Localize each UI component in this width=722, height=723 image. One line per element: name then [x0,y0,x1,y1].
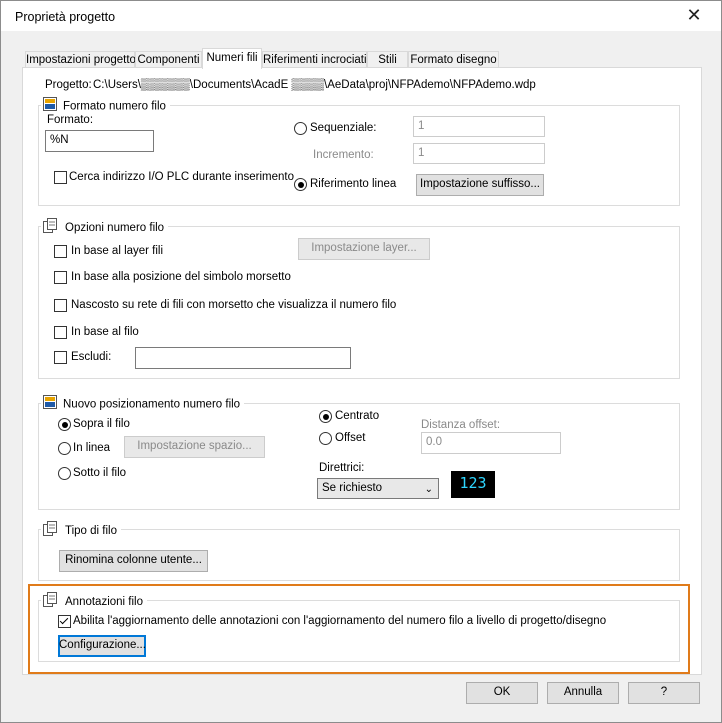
line-reference-radio[interactable] [294,178,307,191]
per-wire-label: In base al filo [71,326,139,338]
sequential-radio[interactable] [294,122,307,135]
ok-button[interactable]: OK [466,682,538,704]
wire-layer-label: In base al layer fili [71,245,164,257]
hidden-net-checkbox[interactable] [54,299,67,312]
annotations-header: Annotazioni filo [41,592,147,608]
format-label: Formato: [47,114,94,126]
offset-label: Offset [335,432,366,444]
above-wire-radio[interactable] [58,418,71,431]
project-properties-dialog: Proprietà progetto ✕ Impostazioni proget… [0,0,722,723]
options-icon [43,218,59,238]
layer-setup-button[interactable]: Impostazione layer... [298,238,430,260]
line-reference-label: Riferimento linea [310,178,397,190]
wire-options-title: Opzioni numero filo [65,222,165,235]
configuration-button[interactable]: Configurazione... [58,635,146,657]
offset-radio[interactable] [319,432,332,445]
exclude-checkbox[interactable] [54,351,67,364]
dialog-title: Proprietà progetto [15,10,116,24]
terminal-position-checkbox[interactable] [54,271,67,284]
increment-label: Incremento: [313,149,374,161]
wire-type-icon [43,521,59,541]
inline-radio[interactable] [58,442,71,455]
terminal-position-label: In base alla posizione del simbolo morse… [71,271,291,283]
enable-annotations-label: Abilita l'aggiornamento delle annotazion… [73,615,607,627]
wire-type-title: Tipo di filo [65,525,117,538]
annotations-icon [43,592,59,612]
below-wire-radio[interactable] [58,467,71,480]
chevron-down-icon: ⌄ [424,484,433,495]
increment-input[interactable]: 1 [413,143,545,164]
inline-label: In linea [73,442,111,454]
placement-icon [43,395,57,414]
below-wire-label: Sotto il filo [73,467,127,479]
exclude-label: Escludi: [71,351,112,363]
help-button[interactable]: ? [628,682,700,704]
wire-number-preview: 123 [451,471,495,498]
tab-wire-numbers[interactable]: Numeri fili [202,48,262,69]
wire-format-header: Formato numero filo [41,97,170,113]
per-wire-checkbox[interactable] [54,326,67,339]
format-input[interactable]: %N [45,130,154,152]
placement-header: Nuovo posizionamento numero filo [41,395,245,414]
wire-format-title: Formato numero filo [63,100,166,113]
exclude-input[interactable] [135,347,351,369]
offset-distance-label: Distanza offset: [421,419,501,431]
placement-title: Nuovo posizionamento numero filo [63,398,241,411]
leaders-label: Direttrici: [319,462,365,474]
spacing-setup-button[interactable]: Impostazione spazio... [124,436,265,458]
sequential-input[interactable]: 1 [413,116,545,137]
wire-options-header: Opzioni numero filo [41,218,169,235]
wire-type-header: Tipo di filo [41,521,121,537]
leaders-select[interactable]: Se richiesto ⌄ [317,478,439,499]
sequential-label: Sequenziale: [310,122,377,134]
rename-user-columns-button[interactable]: Rinomina colonne utente... [59,550,208,572]
centered-radio[interactable] [319,410,332,423]
project-path: C:\Users\▒▒▒▒▒▒\Documents\AcadE ▒▒▒▒\AeD… [93,79,536,91]
cancel-button[interactable]: Annulla [547,682,619,704]
project-label: Progetto: [45,79,92,91]
offset-distance-input[interactable]: 0.0 [421,432,561,454]
suffix-setup-button[interactable]: Impostazione suffisso... [416,174,544,196]
annotations-title: Annotazioni filo [65,596,143,609]
close-icon[interactable]: ✕ [684,5,704,25]
leaders-value: Se richiesto [322,482,383,494]
plc-io-checkbox[interactable] [54,171,67,184]
title-bar: Proprietà progetto ✕ [1,1,721,31]
plc-io-label: Cerca indirizzo I/O PLC durante inserime… [69,171,294,183]
above-wire-label: Sopra il filo [73,418,130,430]
hidden-net-label: Nascosto su rete di fili con morsetto ch… [71,299,397,311]
wire-layer-checkbox[interactable] [54,245,67,258]
centered-label: Centrato [335,410,380,422]
enable-annotations-checkbox[interactable] [58,615,71,628]
